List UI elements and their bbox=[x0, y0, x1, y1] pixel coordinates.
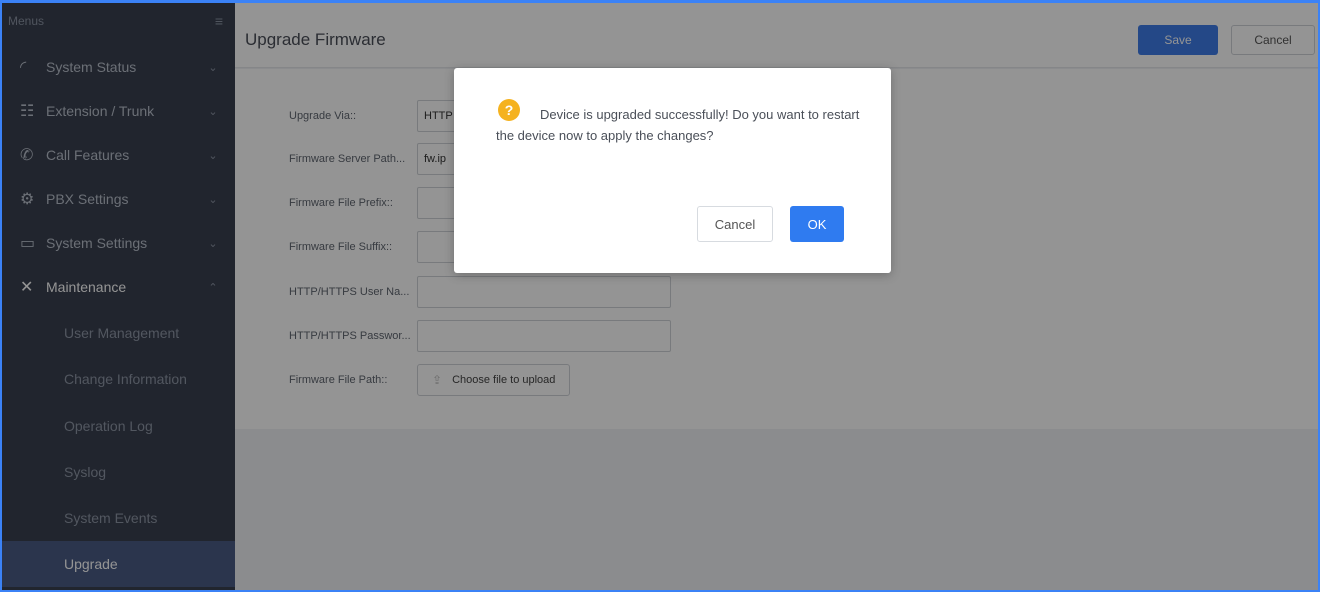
dialog-ok-button[interactable]: OK bbox=[790, 206, 844, 242]
confirm-dialog: ? Device is upgraded successfully! Do yo… bbox=[454, 68, 891, 273]
app-window: Menus ≡ ◜ System Status ⌄ ☷ Extension / … bbox=[0, 0, 1320, 592]
dialog-cancel-button[interactable]: Cancel bbox=[697, 206, 773, 242]
dialog-message: Device is upgraded successfully! Do you … bbox=[496, 107, 860, 143]
